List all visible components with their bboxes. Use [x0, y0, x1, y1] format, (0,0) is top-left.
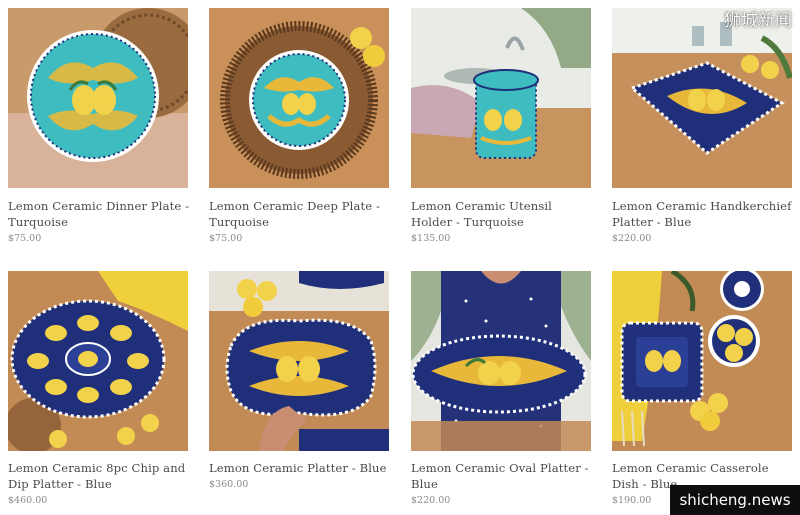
product-price: $220.00 — [612, 233, 652, 244]
product-title[interactable]: Lemon Ceramic Dinner Plate - Turquoise — [8, 198, 190, 230]
watermark-bottom: shicheng.news — [670, 485, 800, 515]
product-image[interactable] — [209, 271, 389, 451]
watermark-top: 狮城新闻 — [724, 11, 792, 31]
product-title[interactable]: Lemon Ceramic Handkerchief Platter - Blu… — [612, 198, 794, 230]
product-image[interactable] — [411, 8, 591, 188]
product-price: $460.00 — [8, 495, 48, 506]
product-price: $75.00 — [209, 233, 243, 244]
product-image[interactable] — [8, 271, 188, 451]
product-price: $75.00 — [8, 233, 42, 244]
product-title[interactable]: Lemon Ceramic Utensil Holder - Turquoise — [411, 198, 593, 230]
product-image[interactable] — [209, 8, 389, 188]
product-image[interactable] — [411, 271, 591, 451]
product-title[interactable]: Lemon Ceramic Oval Platter - Blue — [411, 460, 593, 492]
product-price: $220.00 — [411, 495, 451, 506]
product-price: $190.00 — [612, 495, 652, 506]
product-grid: Lemon Ceramic Dinner Plate - Turquoise $… — [0, 0, 800, 515]
product-title[interactable]: Lemon Ceramic 8pc Chip and Dip Platter -… — [8, 460, 190, 492]
product-image[interactable] — [612, 8, 792, 188]
product-price: $135.00 — [411, 233, 451, 244]
product-title[interactable]: Lemon Ceramic Platter - Blue — [209, 460, 391, 476]
product-image[interactable] — [612, 271, 792, 451]
product-image[interactable] — [8, 8, 188, 188]
product-title[interactable]: Lemon Ceramic Deep Plate - Turquoise — [209, 198, 391, 230]
product-price: $360.00 — [209, 479, 249, 490]
